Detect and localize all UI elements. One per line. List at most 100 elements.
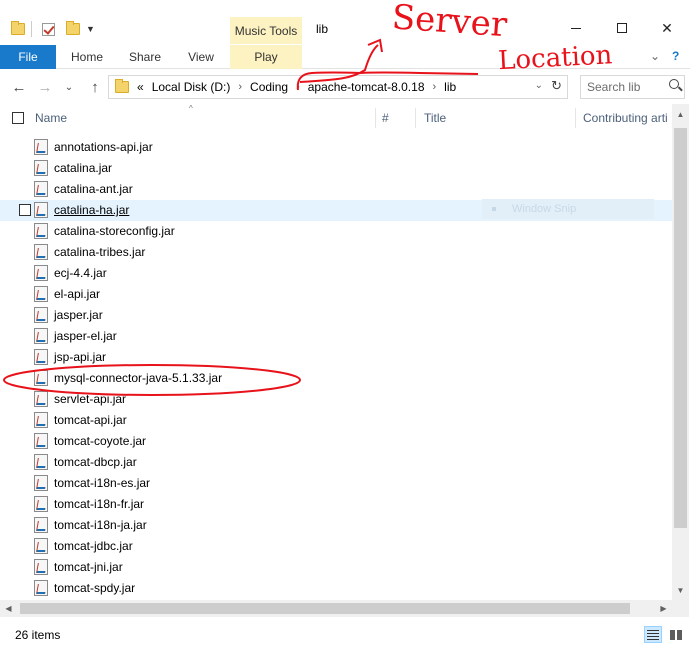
file-row[interactable]: tomcat-dbcp.jar: [0, 452, 672, 473]
column-name[interactable]: Name: [35, 104, 67, 132]
file-row-checkbox[interactable]: [19, 204, 31, 216]
navigation-bar: ← → ⌄ ↑ « Local Disk (D:) › Coding › apa…: [0, 73, 690, 101]
file-row[interactable]: tomcat-i18n-fr.jar: [0, 494, 672, 515]
file-row[interactable]: mysql-connector-java-5.1.33.jar: [0, 368, 672, 389]
refresh-icon[interactable]: ↻: [551, 78, 562, 94]
file-row[interactable]: tomcat-spdy.jar: [0, 578, 672, 599]
file-row[interactable]: tomcat-jni.jar: [0, 557, 672, 578]
address-dropdown-icon[interactable]: ⌄: [535, 80, 543, 91]
breadcrumb-separator[interactable]: ›: [296, 81, 300, 93]
breadcrumb-local-disk[interactable]: Local Disk (D:): [152, 80, 231, 94]
maximize-icon: [617, 23, 627, 33]
file-name: tomcat-i18n-ja.jar: [54, 518, 147, 532]
breadcrumb-apache-tomcat[interactable]: apache-tomcat-8.0.18: [308, 80, 425, 94]
up-button[interactable]: ↑: [84, 73, 106, 101]
file-row[interactable]: tomcat-api.jar: [0, 410, 672, 431]
file-row[interactable]: jasper-el.jar: [0, 326, 672, 347]
horizontal-scrollbar[interactable]: ◀ ▶: [0, 600, 672, 617]
file-row[interactable]: annotations-api.jar: [0, 137, 672, 158]
quick-access-properties-icon[interactable]: [42, 17, 55, 41]
file-row[interactable]: catalina-ant.jar: [0, 179, 672, 200]
file-row[interactable]: tomcat-coyote.jar: [0, 431, 672, 452]
file-row[interactable]: tomcat-i18n-es.jar: [0, 473, 672, 494]
scroll-left-arrow-icon[interactable]: ◀: [0, 600, 17, 617]
file-row[interactable]: ecj-4.4.jar: [0, 263, 672, 284]
tab-play[interactable]: Play: [230, 45, 302, 69]
file-row[interactable]: tomcat-i18n-ja.jar: [0, 515, 672, 536]
file-name: catalina-ant.jar: [54, 182, 133, 196]
jar-file-icon: [34, 475, 48, 491]
column-track-number[interactable]: #: [382, 104, 389, 132]
file-row[interactable]: tomcat-jdbc.jar: [0, 536, 672, 557]
file-name: catalina-ha.jar: [54, 203, 130, 217]
file-row[interactable]: jasper.jar: [0, 305, 672, 326]
quick-access-folder-icon[interactable]: [11, 17, 25, 41]
maximize-button[interactable]: [599, 13, 645, 43]
ribbon-collapse-icon[interactable]: ⌄: [650, 49, 660, 63]
folder-icon: [11, 21, 25, 35]
jar-file-icon: [34, 181, 48, 197]
tab-share[interactable]: Share: [120, 45, 170, 69]
large-icons-view-button[interactable]: [667, 626, 685, 643]
file-name: el-api.jar: [54, 287, 101, 301]
tab-file[interactable]: File: [0, 45, 56, 69]
tab-view[interactable]: View: [176, 45, 226, 69]
file-name: mysql-connector-java-5.1.33.jar: [54, 371, 223, 385]
file-row[interactable]: catalina.jar: [0, 158, 672, 179]
jar-file-icon: [34, 160, 48, 176]
jar-file-icon: [34, 391, 48, 407]
file-row[interactable]: servlet-api.jar: [0, 389, 672, 410]
file-name: jsp-api.jar: [54, 350, 107, 364]
music-tools-context-tab: Music Tools: [230, 17, 302, 44]
help-icon[interactable]: ?: [672, 49, 679, 63]
jar-file-icon: [34, 328, 48, 344]
file-name: ecj-4.4.jar: [54, 266, 107, 280]
file-name: tomcat-api.jar: [54, 413, 127, 427]
file-row[interactable]: el-api.jar: [0, 284, 672, 305]
file-row[interactable]: catalina-storeconfig.jar: [0, 221, 672, 242]
column-title[interactable]: Title: [424, 104, 446, 132]
select-all-checkbox[interactable]: [12, 112, 24, 124]
file-name: tomcat-i18n-fr.jar: [54, 497, 145, 511]
breadcrumb-separator[interactable]: ›: [433, 81, 437, 93]
scroll-right-arrow-icon[interactable]: ▶: [655, 600, 672, 617]
jar-file-icon: [34, 265, 48, 281]
scroll-up-arrow-icon[interactable]: ▲: [672, 106, 689, 123]
jar-file-icon: [34, 433, 48, 449]
address-bar[interactable]: « Local Disk (D:) › Coding › apache-tomc…: [108, 75, 568, 99]
quick-access-new-folder-icon[interactable]: [66, 17, 80, 41]
search-placeholder: Search lib: [587, 80, 641, 94]
file-row[interactable]: catalina-tribes.jar: [0, 242, 672, 263]
vertical-scrollbar[interactable]: ▲ ▼: [672, 104, 689, 617]
horizontal-scroll-thumb[interactable]: [20, 603, 630, 614]
window-title: lib: [316, 22, 329, 36]
column-contributing-artists[interactable]: Contributing arti: [583, 104, 668, 132]
status-bar: 26 items: [0, 622, 690, 647]
close-button[interactable]: ✕: [644, 13, 690, 43]
search-input[interactable]: Search lib: [580, 75, 685, 99]
recent-locations-button[interactable]: ⌄: [58, 73, 80, 101]
search-icon: [669, 79, 679, 89]
sort-ascending-icon: ^: [189, 104, 193, 113]
new-folder-icon: [66, 21, 80, 35]
address-overflow[interactable]: «: [137, 80, 144, 94]
forward-button[interactable]: →: [34, 73, 56, 101]
details-view-button[interactable]: [644, 626, 662, 643]
file-row[interactable]: jsp-api.jar: [0, 347, 672, 368]
breadcrumb-coding[interactable]: Coding: [250, 80, 288, 94]
file-name: jasper.jar: [54, 308, 103, 322]
file-name: tomcat-coyote.jar: [54, 434, 147, 448]
jar-file-icon: [34, 580, 48, 596]
minimize-button[interactable]: [553, 13, 599, 43]
jar-file-icon: [34, 223, 48, 239]
tab-home[interactable]: Home: [62, 45, 112, 69]
quick-access-customize[interactable]: ▼: [86, 17, 95, 41]
address-folder-icon: [115, 79, 129, 93]
title-bar: ▼ Music Tools lib ✕: [0, 0, 690, 45]
breadcrumb-lib[interactable]: lib: [444, 80, 456, 94]
breadcrumb-separator[interactable]: ›: [238, 81, 242, 93]
jar-file-icon: [34, 412, 48, 428]
back-button[interactable]: ←: [8, 73, 30, 101]
vertical-scroll-thumb[interactable]: [674, 128, 687, 528]
scroll-down-arrow-icon[interactable]: ▼: [672, 582, 689, 599]
